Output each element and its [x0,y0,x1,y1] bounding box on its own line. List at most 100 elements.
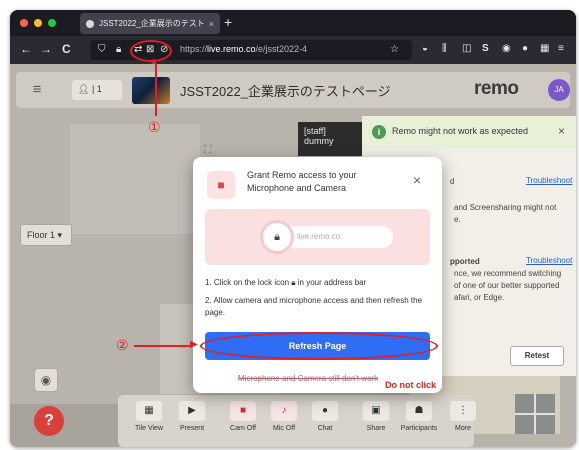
new-tab-button[interactable]: + [224,14,232,30]
url-prefix: https:// [180,44,208,54]
participants-icon: ☗ [406,401,432,421]
tab-strip: JSST2022_企業展示のテストペー × + [10,10,576,36]
notification-text: afari, or Edge. [454,293,505,302]
camera-blocked-icon: ■ [207,171,235,199]
minimize-window-button[interactable] [34,19,42,27]
illustration-url-text: live.remo.co [297,232,341,241]
toolbar-label: Tile View [134,425,163,432]
staff-video-tile[interactable]: [staff] dummy [298,122,362,156]
chat-icon: ● [312,401,338,421]
annotation-marker-1: ① [148,119,161,135]
info-icon: i [372,125,386,139]
annotation-marker-2: ② [116,337,129,353]
share-icon: ▣ [363,401,389,421]
floor-selector[interactable]: Floor 1 ▾ [20,224,72,246]
person-icon: 👤︎ [78,84,90,94]
extension-puzzle-icon[interactable]: ▦ [540,42,549,56]
notification-text: of one of our better supported [454,281,560,290]
event-header: ≡ 👤︎ | 1 JSST2022_企業展示のテストページ remo JA [16,72,570,108]
mic-off-button[interactable]: ♪ Mic Off [263,401,305,441]
step-1: 1. Click on the lock icon 🔒︎ in your add… [205,277,366,289]
participants-button[interactable]: ☗ Participants [398,401,440,441]
notification-text: e. [454,215,461,224]
sidebar-icon[interactable]: ◫ [462,42,471,56]
toolbar-label: Participants [400,425,438,432]
bookmark-star-icon[interactable]: ☆ [390,43,399,57]
more-button[interactable]: ⋮ More [442,401,484,441]
toolbar-label: Cam Off [230,425,256,432]
tile-view-button[interactable]: ▦ Tile View [128,401,170,441]
mic-off-icon: ♪ [271,401,297,421]
notification-title: Remo might not work as expected [392,126,529,136]
reload-icon[interactable]: C [62,41,71,57]
troubleshoot-link[interactable]: Troubleshoot [526,256,572,265]
user-avatar[interactable]: JA [548,79,570,101]
step-2: 2. Allow camera and microphone access an… [205,296,423,317]
extension-shield-icon[interactable]: ◉ [502,42,511,56]
notification-text: pported [450,257,480,266]
forward-arrow-icon[interactable]: → [40,41,52,57]
toolbar-label: Present [179,425,205,432]
address-bar-illustration: 🔒︎ live.remo.co [205,209,430,265]
grid-icon: ▦ [136,401,162,421]
notification-close-icon[interactable]: × [558,124,565,138]
modal-close-icon[interactable]: × [413,173,421,187]
chat-button[interactable]: ● Chat [304,401,346,441]
tab-active[interactable]: JSST2022_企業展示のテストペー × [80,13,220,34]
lock-icon: 🔒︎ [263,223,291,251]
event-thumbnail [132,77,170,104]
window-controls [20,19,56,27]
more-icon: ⋮ [450,401,476,421]
toolbar-label: Mic Off [272,425,296,432]
shield-icon[interactable]: ⛉ [98,43,106,57]
expand-icon[interactable]: ⛶ [204,144,212,157]
toolbar-label: Share [366,425,386,432]
annotation-arrow-1 [155,64,157,116]
event-title: JSST2022_企業展示のテストページ [180,84,391,99]
notification-header: i Remo might not work as expected × [362,116,576,148]
lock-icon[interactable]: 🔒︎ [116,43,121,57]
share-button[interactable]: ▣ Share [355,401,397,441]
extension-s-icon[interactable]: S [482,42,489,56]
toolbar-label: Chat [317,425,333,432]
present-icon: ▶ [179,401,205,421]
close-window-button[interactable] [20,19,28,27]
step-1-prefix: 1. Click on the lock icon [205,278,290,287]
present-button[interactable]: ▶ Present [171,401,213,441]
tab-close-icon[interactable]: × [209,19,214,29]
locate-me-icon[interactable]: ◉ [34,368,58,392]
floor-label: Floor 1 [27,230,56,240]
annotation-arrow-2 [134,345,192,347]
url-path: /e/jsst2022-4 [255,44,308,54]
notification-text: d [450,177,455,186]
hamburger-menu-icon[interactable]: ≡ [26,81,48,99]
step-1-suffix: in your address bar [297,278,367,287]
url-host: live.remo.co [207,44,256,54]
cam-off-button[interactable]: ■ Cam Off [222,401,264,441]
pocket-icon[interactable]: ◒ [422,42,428,56]
annotation-circle-refresh [200,332,438,360]
arrow-right-icon: ▶ [190,339,198,350]
camera-off-icon: ■ [230,401,256,421]
modal-title: Grant Remo access to your Microphone and… [247,170,357,193]
remo-logo: remo [474,78,519,99]
toolbar-label: More [455,425,471,432]
tab-title: JSST2022_企業展示のテストペー [99,19,204,28]
notification-text: and Screensharing might not [454,203,557,212]
retest-button[interactable]: Retest [510,346,564,366]
help-icon[interactable]: ? [34,406,64,436]
url-text[interactable]: https://live.remo.co/e/jsst2022-4 [180,44,307,54]
back-arrow-icon[interactable]: ← [20,41,32,57]
tab-favicon-icon [86,19,94,28]
do-not-click-label: Do not click [385,380,437,390]
still-denied-link[interactable]: Microphone and Camera still don't work [238,374,378,383]
attendee-count[interactable]: 👤︎ | 1 [72,80,122,100]
chevron-down-icon: ▾ [57,230,63,240]
notification-text: nce, we recommend switching [454,269,562,278]
extension-circle-icon[interactable]: ● [522,42,528,56]
troubleshoot-link[interactable]: Troubleshoot [526,176,572,185]
browser-menu-icon[interactable]: ≡ [558,42,564,56]
attendee-count-value: 1 [96,84,102,94]
maximize-window-button[interactable] [48,19,56,27]
library-icon[interactable]: ⫼ [442,42,447,56]
